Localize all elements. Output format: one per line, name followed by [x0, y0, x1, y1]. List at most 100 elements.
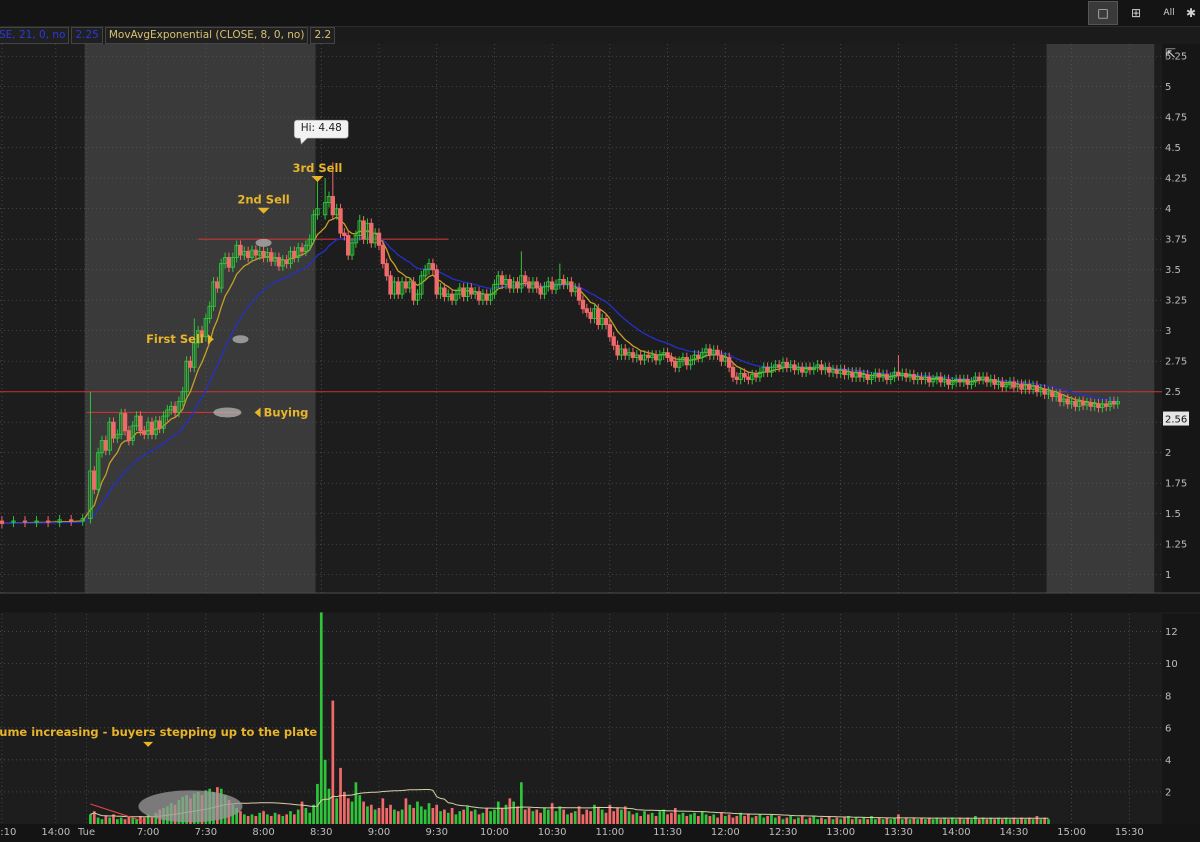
candle-body — [903, 372, 909, 378]
candle-body — [215, 281, 220, 289]
volume-bar — [481, 812, 485, 824]
candle-body — [269, 252, 274, 262]
volume-bar — [920, 817, 923, 824]
single-layout-button[interactable]: □ — [1088, 1, 1118, 25]
price-tick-label-12: 4 — [1165, 204, 1171, 215]
ema21-study-chip[interactable]: SE, 21, 0, no — [0, 27, 70, 44]
candle-body — [499, 275, 505, 285]
volume-bar — [358, 795, 362, 824]
candle-body — [376, 232, 382, 246]
time-tick-label-6: 8:30 — [310, 827, 332, 838]
volume-bar — [512, 801, 516, 824]
candle-body — [623, 348, 628, 356]
volume-bar — [877, 817, 881, 824]
volume-bar — [704, 814, 708, 824]
volume-bar — [262, 811, 265, 824]
candle-body — [549, 281, 555, 290]
candle-body — [834, 369, 840, 374]
volume-bar — [681, 812, 685, 824]
volume-bar — [670, 812, 673, 824]
volume-bar — [650, 812, 654, 824]
candle-body — [384, 263, 389, 277]
settings-icon[interactable]: ✱ — [1182, 1, 1200, 25]
ema8-study-chip[interactable]: MovAvgExponential (CLOSE, 8, 0, no) — [104, 27, 309, 44]
candle-body — [984, 376, 990, 383]
candle-body — [842, 369, 847, 376]
candle-body — [238, 244, 243, 256]
candle-body — [638, 354, 643, 361]
volume-bar — [435, 804, 439, 824]
volume-bar — [323, 759, 327, 824]
candle-body — [946, 379, 951, 385]
volume-bar — [723, 815, 727, 824]
candle-body — [226, 257, 232, 268]
grid-layout-button[interactable]: ⊞ — [1121, 1, 1151, 25]
candle-body — [965, 379, 970, 385]
time-tick-label-4: 7:30 — [195, 827, 217, 838]
volume-bar — [843, 817, 846, 824]
volume-bar — [747, 814, 750, 824]
candle-body — [476, 291, 482, 301]
volume-bar — [1031, 819, 1035, 824]
volume-bar — [377, 807, 381, 824]
volume-bar — [573, 811, 577, 824]
candle-body — [792, 364, 797, 371]
volume-bar — [816, 819, 819, 824]
candle-body — [784, 361, 790, 368]
candle-body — [276, 257, 282, 267]
candle-body — [0, 520, 5, 524]
collapse-icon[interactable]: ⇱ — [1165, 47, 1176, 62]
time-tick-label-20: 15:30 — [1115, 827, 1144, 838]
candle-body — [1104, 403, 1109, 407]
volume-bar — [577, 806, 581, 824]
volume-bar — [308, 812, 312, 824]
candle-body — [753, 374, 759, 378]
volume-bar — [523, 809, 527, 824]
all-button[interactable]: All — [1154, 1, 1184, 25]
volume-chart[interactable]: Volume increasing - buyers stepping up t… — [0, 594, 1200, 842]
buy-highlight-ellipse — [213, 407, 242, 418]
candle-body — [561, 279, 566, 285]
panel-separator — [0, 594, 1200, 612]
volume-bar — [312, 804, 315, 824]
session-shading-0 — [84, 44, 316, 593]
candle-body — [919, 376, 924, 380]
volume-bar — [827, 815, 831, 824]
volume-bar — [562, 809, 566, 824]
volume-bar — [604, 812, 608, 824]
volume-bar — [916, 819, 920, 824]
volume-bar — [458, 811, 462, 824]
volume-bar — [654, 815, 658, 824]
volume-bar — [104, 815, 108, 824]
time-tick-label-18: 14:30 — [999, 827, 1028, 838]
candle-body — [1088, 402, 1093, 407]
candle-body — [707, 348, 713, 356]
volume-bar — [550, 803, 554, 824]
candle-body — [172, 405, 178, 413]
volume-bar — [520, 782, 523, 824]
volume-bar — [304, 807, 308, 824]
time-tick-label-19: 15:00 — [1057, 827, 1086, 838]
volume-bar — [427, 803, 431, 824]
candle-body — [1027, 383, 1032, 390]
volume-bar — [739, 812, 743, 824]
price-chart[interactable]: Hi: 4.48 First Sell 2nd Sell 3rd Sell Buying… — [0, 44, 1200, 594]
time-tick-label-16: 13:30 — [884, 827, 913, 838]
candle-body — [938, 376, 943, 383]
time-tick-label-11: 11:00 — [595, 827, 624, 838]
volume-bar — [808, 817, 812, 824]
bid-label: Bid — [1010, 381, 1025, 392]
volume-bar — [612, 811, 616, 824]
volume-bar — [708, 815, 712, 824]
candle-body — [665, 352, 670, 358]
volume-bar — [319, 612, 323, 824]
candle-body — [607, 324, 613, 338]
time-tick-label-9: 10:00 — [480, 827, 509, 838]
time-tick-label-2: Tue — [77, 827, 95, 838]
hi-label: Hi: 4.48 — [301, 122, 342, 134]
volume-bar — [539, 812, 542, 824]
candle-body — [1073, 401, 1078, 407]
volume-bar — [446, 812, 450, 824]
volume-bar — [258, 812, 262, 824]
volume-tick-label-2: 6 — [1165, 723, 1171, 734]
